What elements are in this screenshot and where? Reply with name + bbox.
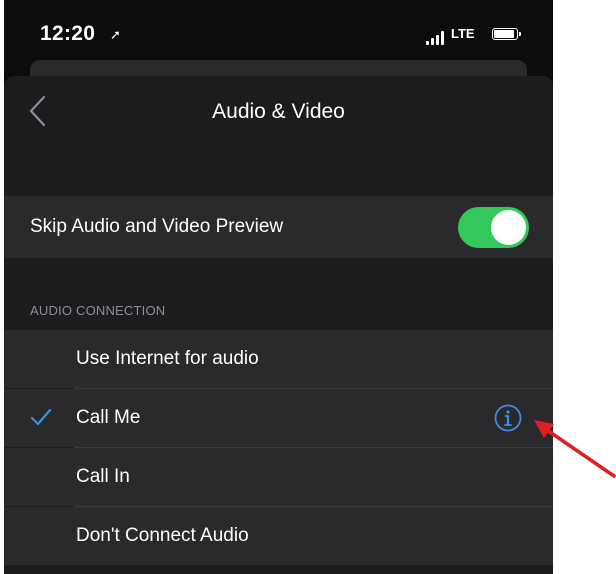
checkmark-icon xyxy=(30,408,52,426)
status-time: 12:20 xyxy=(40,22,96,45)
option-call-in[interactable]: Call In xyxy=(4,448,553,506)
annotation-arrow xyxy=(534,420,616,478)
network-type: LTE xyxy=(451,26,475,41)
page-title: Audio & Video xyxy=(212,100,345,123)
section-header-audio-connection: AUDIO CONNECTION xyxy=(30,303,166,318)
location-arrow-icon: ➚ xyxy=(110,27,121,42)
skip-preview-toggle[interactable] xyxy=(458,207,529,248)
battery-icon xyxy=(492,28,521,40)
info-icon[interactable] xyxy=(493,403,523,433)
cellular-signal-icon xyxy=(426,31,446,45)
option-label: Call In xyxy=(76,466,130,487)
toggle-knob xyxy=(491,210,526,245)
option-dont-connect-audio[interactable]: Don't Connect Audio xyxy=(4,507,553,565)
option-use-internet[interactable]: Use Internet for audio xyxy=(4,330,553,388)
option-label: Don't Connect Audio xyxy=(76,525,249,546)
option-label: Call Me xyxy=(76,407,141,428)
skip-preview-label: Skip Audio and Video Preview xyxy=(30,216,284,237)
status-bar: 12:20 ➚ LTE xyxy=(4,0,553,68)
skip-preview-row: Skip Audio and Video Preview xyxy=(4,196,553,258)
option-label: Use Internet for audio xyxy=(76,348,259,369)
option-call-me[interactable]: Call Me xyxy=(4,389,553,447)
navigation-bar: Audio & Video xyxy=(4,76,553,152)
settings-sheet: Audio & Video Skip Audio and Video Previ… xyxy=(4,76,553,574)
phone-screen: 12:20 ➚ LTE Audio & Video Skip Audio and… xyxy=(4,0,553,574)
